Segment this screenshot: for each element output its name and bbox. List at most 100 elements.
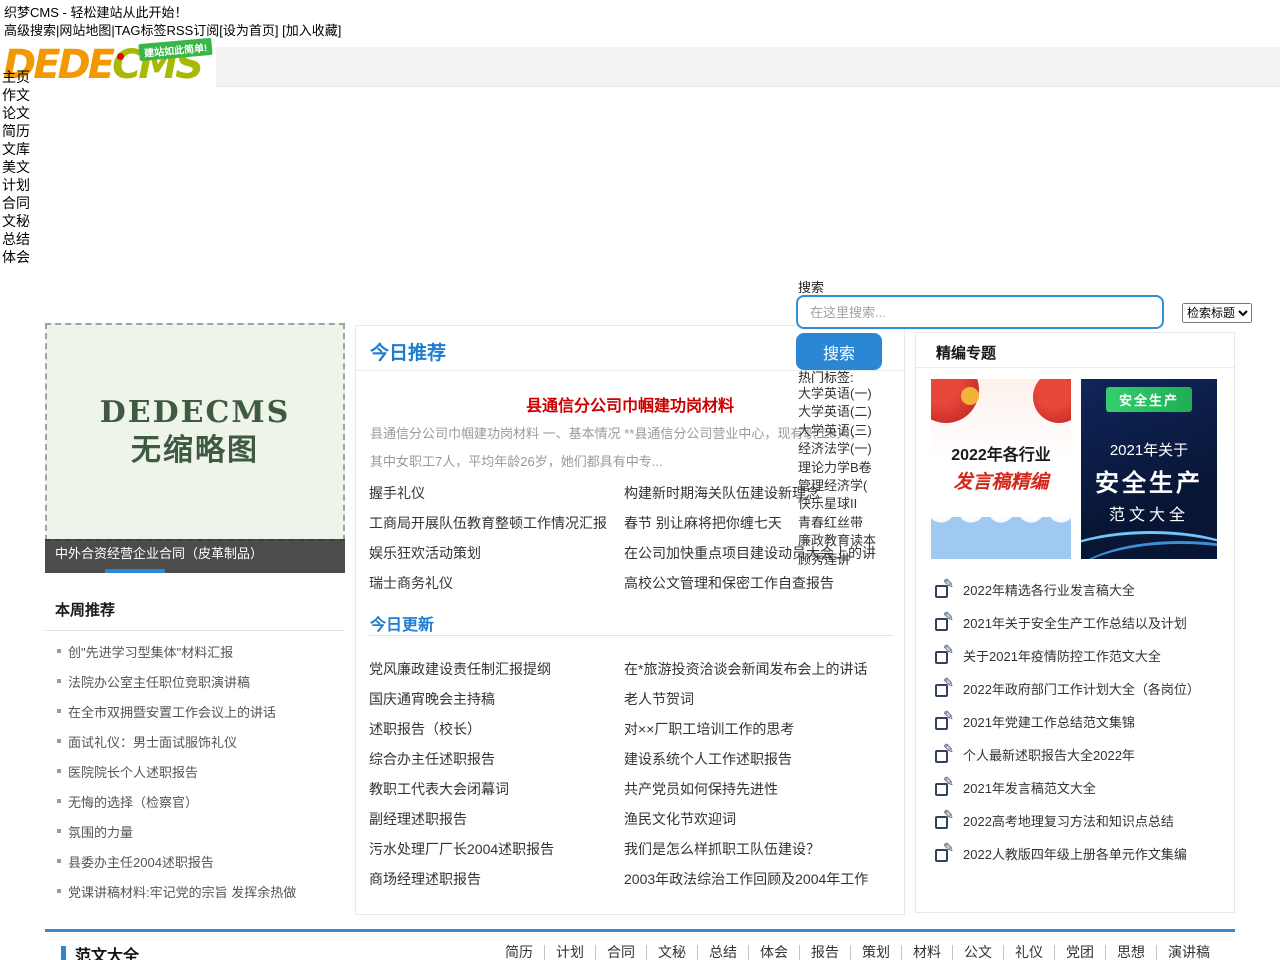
topic-link[interactable]: 2021年发言稿范文大全 <box>963 778 1096 797</box>
list-item[interactable]: ✎ 2022年精选各行业发言稿大全 <box>931 573 1223 606</box>
article-link[interactable]: 教职工代表大会闭幕词 <box>369 774 621 804</box>
nav-item[interactable]: 作文 <box>2 86 30 104</box>
list-item[interactable]: ✎ 2021年党建工作总结范文集锦 <box>931 705 1223 738</box>
list-item[interactable]: 创"先进学习型集体"材料汇报 <box>45 636 345 666</box>
article-link[interactable]: 氛围的力量 <box>68 822 133 841</box>
article-link[interactable]: 瑞士商务礼仪 <box>369 568 621 598</box>
category-link[interactable]: 演讲稿 <box>1156 945 1221 960</box>
promo-banner-speeches[interactable]: 2022年各行业 发言稿精编 <box>931 379 1071 559</box>
search-scope-select[interactable]: 检索标题 <box>1182 303 1252 323</box>
nav-item[interactable]: 总结 <box>2 230 30 248</box>
article-link[interactable]: 综合办主任述职报告 <box>369 744 621 774</box>
nav-item[interactable]: 计划 <box>2 176 30 194</box>
article-link[interactable]: 我们是怎么样抓职工队伍建设？ <box>624 834 902 864</box>
topbar-links[interactable]: 高级搜索|网站地图|TAG标签RSS订阅[设为首页] [加入收藏] <box>4 20 341 39</box>
list-item[interactable]: 氛围的力量 <box>45 816 345 846</box>
article-link[interactable]: 在全市双拥暨安置工作会议上的讲话 <box>68 702 276 721</box>
nav-item[interactable]: 美文 <box>2 158 30 176</box>
hot-tag-link[interactable]: 大学英语(二) <box>798 403 876 421</box>
article-link[interactable]: 国庆通宵晚会主持稿 <box>369 684 621 714</box>
category-link[interactable]: 党团 <box>1054 945 1105 960</box>
article-link[interactable]: 医院院长个人述职报告 <box>68 762 198 781</box>
list-item[interactable]: 面试礼仪：男士面试服饰礼仪 <box>45 726 345 756</box>
category-link[interactable]: 总结 <box>697 945 748 960</box>
article-link[interactable]: 污水处理厂厂长2004述职报告 <box>369 834 621 864</box>
category-link[interactable]: 公文 <box>952 945 1003 960</box>
article-link[interactable]: 2003年政法综治工作回顾及2004年工作 <box>624 864 902 894</box>
nav-item[interactable]: 论文 <box>2 104 30 122</box>
featured-slider[interactable]: DEDECMS 无缩略图 中外合资经营企业合同（皮革制品） <box>45 323 345 573</box>
topic-link[interactable]: 2022高考地理复习方法和知识点总结 <box>963 811 1174 830</box>
list-item[interactable]: 无悔的选择（检察官） <box>45 786 345 816</box>
category-link[interactable]: 体会 <box>748 945 799 960</box>
hot-tag-link[interactable]: 廉政教育读本 <box>798 532 876 550</box>
article-link[interactable]: 面试礼仪：男士面试服饰礼仪 <box>68 732 237 751</box>
list-item[interactable]: 医院院长个人述职报告 <box>45 756 345 786</box>
nav-item[interactable]: 体会 <box>2 248 30 266</box>
site-logo[interactable]: DEDECMS 建站如此简单! <box>0 40 216 91</box>
article-link[interactable]: 建设系统个人工作述职报告 <box>624 744 902 774</box>
list-item[interactable]: ✎ 2022年政府部门工作计划大全（各岗位） <box>931 672 1223 705</box>
list-item[interactable]: ✎ 2021年发言稿范文大全 <box>931 771 1223 804</box>
hot-tag-link[interactable]: 管理经济学( <box>798 477 876 495</box>
article-link[interactable]: 在*旅游投资洽谈会新闻发布会上的讲话 <box>624 654 902 684</box>
article-link[interactable]: 创"先进学习型集体"材料汇报 <box>68 642 233 661</box>
list-item[interactable]: ✎ 2022高考地理复习方法和知识点总结 <box>931 804 1223 837</box>
category-link[interactable]: 报告 <box>799 945 850 960</box>
nav-item[interactable]: 文秘 <box>2 212 30 230</box>
hot-tag-link[interactable]: 经济法学(一) <box>798 440 876 458</box>
nav-item[interactable]: 文库 <box>2 140 30 158</box>
list-item[interactable]: ✎ 2022人教版四年级上册各单元作文集编 <box>931 837 1223 870</box>
article-link[interactable]: 高校公文管理和保密工作自查报告 <box>624 568 902 598</box>
list-item[interactable]: 法院办公室主任职位竞职演讲稿 <box>45 666 345 696</box>
hot-tag-link[interactable]: 青春红丝带 <box>798 514 876 532</box>
category-link[interactable]: 简历 <box>494 945 544 960</box>
article-link[interactable]: 渔民文化节欢迎词 <box>624 804 902 834</box>
category-link[interactable]: 礼仪 <box>1003 945 1054 960</box>
topic-link[interactable]: 2021年党建工作总结范文集锦 <box>963 712 1135 731</box>
topic-link[interactable]: 2022人教版四年级上册各单元作文集编 <box>963 844 1187 863</box>
search-button[interactable]: 搜索 <box>796 333 882 370</box>
article-link[interactable]: 述职报告（校长） <box>369 714 621 744</box>
category-link[interactable]: 计划 <box>544 945 595 960</box>
article-link[interactable]: 共产党员如何保持先进性 <box>624 774 902 804</box>
list-item[interactable]: ✎ 2021年关于安全生产工作总结以及计划 <box>931 606 1223 639</box>
article-link[interactable]: 县委办主任2004述职报告 <box>68 852 214 871</box>
category-link[interactable]: 材料 <box>901 945 952 960</box>
slider-pagination[interactable] <box>105 569 165 573</box>
article-link[interactable]: 党课讲稿材料:牢记党的宗旨 发挥余热做 <box>68 882 296 901</box>
list-item[interactable]: ✎ 关于2021年疫情防控工作范文大全 <box>931 639 1223 672</box>
article-link[interactable]: 副经理述职报告 <box>369 804 621 834</box>
hot-tag-link[interactable]: 顾秀莲讲 <box>798 551 876 569</box>
article-link[interactable]: 老人节贺词 <box>624 684 902 714</box>
topic-link[interactable]: 个人最新述职报告大全2022年 <box>963 745 1135 764</box>
article-link[interactable]: 党风廉政建设责任制汇报提纲 <box>369 654 621 684</box>
topic-link[interactable]: 2021年关于安全生产工作总结以及计划 <box>963 613 1187 632</box>
article-link[interactable]: 工商局开展队伍教育整顿工作情况汇报 <box>369 508 621 538</box>
nav-item[interactable]: 主页 <box>2 68 30 86</box>
article-link[interactable]: 商场经理述职报告 <box>369 864 621 894</box>
topic-link[interactable]: 关于2021年疫情防控工作范文大全 <box>963 646 1161 665</box>
list-item[interactable]: 县委办主任2004述职报告 <box>45 846 345 876</box>
search-input[interactable] <box>796 295 1164 329</box>
category-link[interactable]: 思想 <box>1105 945 1156 960</box>
list-item[interactable]: 党课讲稿材料:牢记党的宗旨 发挥余热做 <box>45 876 345 906</box>
article-link[interactable]: 无悔的选择（检察官） <box>68 792 198 811</box>
article-link[interactable]: 法院办公室主任职位竞职演讲稿 <box>68 672 250 691</box>
topic-link[interactable]: 2022年精选各行业发言稿大全 <box>963 580 1135 599</box>
category-link[interactable]: 合同 <box>595 945 646 960</box>
hot-tag-link[interactable]: 快乐星球II <box>798 495 876 513</box>
article-link[interactable]: 握手礼仪 <box>369 478 621 508</box>
hot-tag-link[interactable]: 理论力学B卷 <box>798 459 876 477</box>
list-item[interactable]: ✎ 个人最新述职报告大全2022年 <box>931 738 1223 771</box>
hot-tag-link[interactable]: 大学英语(一) <box>798 385 876 403</box>
nav-item[interactable]: 简历 <box>2 122 30 140</box>
article-link[interactable]: 娱乐狂欢活动策划 <box>369 538 621 568</box>
list-item[interactable]: 在全市双拥暨安置工作会议上的讲话 <box>45 696 345 726</box>
nav-item[interactable]: 合同 <box>2 194 30 212</box>
hot-tag-link[interactable]: 大学英语(三) <box>798 422 876 440</box>
promo-banner-safety[interactable]: 安全生产 2021年关于 安全生产 范文大全 <box>1081 379 1217 559</box>
article-link[interactable]: 对××厂职工培训工作的思考 <box>624 714 902 744</box>
topic-link[interactable]: 2022年政府部门工作计划大全（各岗位） <box>963 679 1200 698</box>
category-link[interactable]: 文秘 <box>646 945 697 960</box>
